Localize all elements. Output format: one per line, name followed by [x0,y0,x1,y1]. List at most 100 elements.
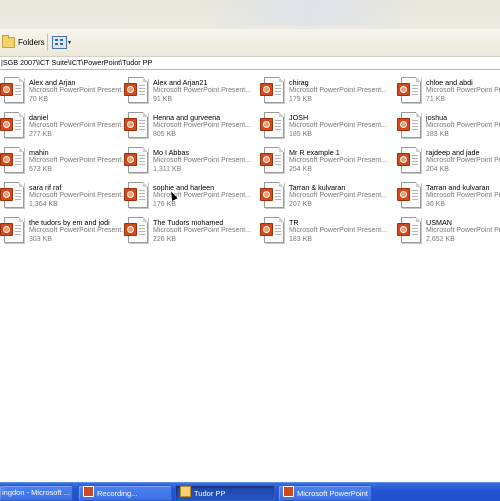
powerpoint-file-icon [260,77,284,103]
file-name: rajdeep and jade [426,148,480,157]
file-item[interactable]: JOSH Microsoft PowerPoint Present... 185… [260,110,392,140]
file-name: Tarran & kulvaran [289,183,346,192]
file-item[interactable]: the tudors by em and jodi Microsoft Powe… [0,215,132,245]
file-size: 185 KB [289,131,312,138]
file-size: 179 KB [289,96,312,103]
file-item[interactable]: chloe and abdi Microsoft PowerPoint Pres… [397,75,500,105]
file-size: 254 KB [289,166,312,173]
file-size: 277 KB [29,131,52,138]
powerpoint-file-icon [397,217,421,243]
file-item[interactable]: Alex and Arjan21 Microsoft PowerPoint Pr… [124,75,256,105]
folder-icon [180,486,191,497]
file-type: Microsoft PowerPoint Present... [426,192,500,199]
address-bar[interactable]: |SGB 2007\ICT Suite\ICT\PowerPoint\Tudor… [0,57,500,70]
file-item[interactable]: Tarran and kulvaran Microsoft PowerPoint… [397,180,500,210]
file-item[interactable]: chirag Microsoft PowerPoint Present... 1… [260,75,392,105]
file-item[interactable]: sophie and harleen Microsoft PowerPoint … [124,180,256,210]
taskbar-item-browser[interactable]: ingdon - Microsoft ... [0,485,73,501]
file-type: Microsoft PowerPoint Present... [29,87,128,94]
taskbar-item-powerpoint[interactable]: Microsoft PowerPoint [278,485,372,501]
file-item[interactable]: Tarran & kulvaran Microsoft PowerPoint P… [260,180,392,210]
folders-label: Folders [18,38,45,47]
file-type: Microsoft PowerPoint Present... [153,122,252,129]
powerpoint-file-icon [124,182,148,208]
folders-button[interactable]: Folders [2,35,45,50]
file-type: Microsoft PowerPoint Present... [289,122,388,129]
file-type: Microsoft PowerPoint Present... [29,122,128,129]
powerpoint-file-icon [124,217,148,243]
taskbar-item-label: Microsoft PowerPoint [297,489,368,498]
file-name: chirag [289,78,309,87]
file-name: joshua [426,113,448,122]
file-type: Microsoft PowerPoint Present... [426,122,500,129]
file-name: sara rif raf [29,183,62,192]
file-type: Microsoft PowerPoint Present... [289,87,388,94]
file-name: TR [289,218,299,227]
recording-icon [83,486,94,497]
views-icon [52,35,67,49]
powerpoint-file-icon [397,182,421,208]
file-size: 91 KB [153,96,173,103]
file-item[interactable]: Mo I Abbas Microsoft PowerPoint Present.… [124,145,256,175]
file-item[interactable]: joshua Microsoft PowerPoint Present... 1… [397,110,500,140]
toolbar-separator [47,34,48,51]
explorer-toolbar: Folders ▾ [0,29,500,57]
powerpoint-file-icon [397,112,421,138]
powerpoint-file-icon [260,112,284,138]
powerpoint-file-icon [124,147,148,173]
file-item[interactable]: USMAN Microsoft PowerPoint Present... 2,… [397,215,500,245]
powerpoint-file-icon [260,147,284,173]
file-item[interactable]: mahin Microsoft PowerPoint Present... 67… [0,145,132,175]
file-size: 1,311 KB [153,166,182,173]
file-type: Microsoft PowerPoint Present... [29,227,128,234]
file-item[interactable]: daniel Microsoft PowerPoint Present... 2… [0,110,132,140]
taskbar-item-label: ingdon - Microsoft ... [2,488,70,497]
file-type: Microsoft PowerPoint Present... [29,192,128,199]
file-name: USMAN [426,218,452,227]
taskbar-item-recording[interactable]: Recording... [78,485,172,501]
file-name: Alex and Arjan21 [153,78,208,87]
file-name: daniel [29,113,49,122]
file-size: 673 KB [29,166,52,173]
file-size: 183 KB [426,131,449,138]
file-name: JOSH [289,113,309,122]
file-item[interactable]: TR Microsoft PowerPoint Present... 183 K… [260,215,392,245]
title-glare [200,0,420,26]
file-name: mahin [29,148,49,157]
powerpoint-file-icon [397,77,421,103]
file-item[interactable]: rajdeep and jade Microsoft PowerPoint Pr… [397,145,500,175]
file-type: Microsoft PowerPoint Present... [289,157,388,164]
file-type: Microsoft PowerPoint Present... [153,87,252,94]
address-path: |SGB 2007\ICT Suite\ICT\PowerPoint\Tudor… [1,58,153,67]
taskbar-item-label: Tudor PP [194,489,226,498]
powerpoint-file-icon [260,182,284,208]
file-size: 1,364 KB [29,201,58,208]
file-size: 2,652 KB [426,236,455,243]
powerpoint-file-icon [124,77,148,103]
views-button[interactable]: ▾ [52,35,74,49]
file-item[interactable]: sara rif raf Microsoft PowerPoint Presen… [0,180,132,210]
powerpoint-file-icon [0,217,24,243]
file-size: 303 KB [29,236,52,243]
file-name: Tarran and kulvaran [426,183,490,192]
taskbar-item-tudor-pp[interactable]: Tudor PP [175,485,275,501]
file-item[interactable]: Mr R example 1 Microsoft PowerPoint Pres… [260,145,392,175]
file-size: 226 KB [153,236,176,243]
file-name: sophie and harleen [153,183,215,192]
file-item[interactable]: Henna and gurveena Microsoft PowerPoint … [124,110,256,140]
file-item[interactable]: The Tudors mohamed Microsoft PowerPoint … [124,215,256,245]
file-size: 176 KB [153,201,176,208]
file-type: Microsoft PowerPoint Present... [153,157,252,164]
file-list: Alex and Arjan Microsoft PowerPoint Pres… [0,72,500,472]
file-item[interactable]: Alex and Arjan Microsoft PowerPoint Pres… [0,75,132,105]
folder-icon [2,35,15,48]
file-type: Microsoft PowerPoint Present... [289,227,388,234]
chevron-down-icon: ▾ [68,39,72,46]
file-size: 207 KB [289,201,312,208]
window-title-strip [0,0,500,29]
file-type: Microsoft PowerPoint Present... [426,87,500,94]
file-size: 204 KB [426,166,449,173]
file-size: 183 KB [289,236,312,243]
powerpoint-file-icon [0,77,24,103]
file-type: Microsoft PowerPoint Present... [153,227,252,234]
